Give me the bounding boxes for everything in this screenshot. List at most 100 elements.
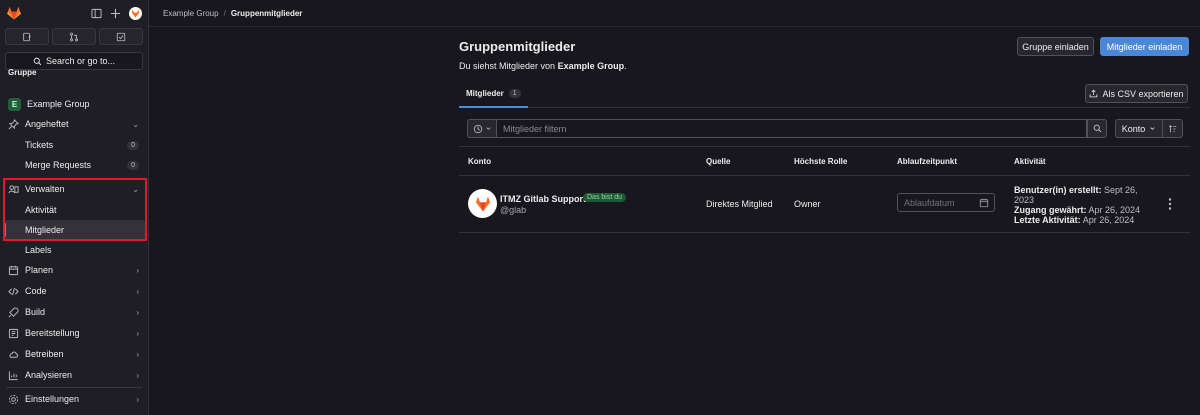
sidebar-item-manage[interactable]: Verwalten ⌄ <box>4 179 145 199</box>
sidebar-toggle-icon[interactable] <box>91 8 102 19</box>
sort-field-dropdown[interactable]: Konto <box>1115 119 1163 138</box>
column-header-expiry: Ablaufzeitpunkt <box>897 157 957 166</box>
sort-direction-button[interactable] <box>1163 119 1183 138</box>
column-header-role[interactable]: Höchste Rolle <box>794 157 847 166</box>
sidebar-item-label: Code <box>25 286 47 296</box>
sidebar-item-plan[interactable]: Planen › <box>4 260 145 280</box>
its-you-badge: Das bist du <box>583 193 627 202</box>
chevron-right-icon: › <box>136 394 139 404</box>
sidebar-item-settings[interactable]: Einstellungen › <box>4 389 145 409</box>
breadcrumb: Example Group / Gruppenmitglieder <box>149 0 1200 27</box>
chevron-right-icon: › <box>136 286 139 296</box>
pin-icon <box>8 118 19 130</box>
filter-members-input[interactable]: Mitglieder filtern <box>497 119 1087 138</box>
merge-requests-shortcut-button[interactable] <box>52 28 96 45</box>
invite-group-button[interactable]: Gruppe einladen <box>1017 37 1094 56</box>
tabs: Mitglieder 1 Als CSV exportieren <box>459 81 1190 108</box>
planning-icon <box>8 265 19 276</box>
sidebar: Search or go to... Gruppe E Example Grou… <box>0 0 149 415</box>
member-username: @glab <box>500 205 527 215</box>
cloud-icon <box>8 349 19 360</box>
sidebar-item-build[interactable]: Build › <box>4 302 145 322</box>
chart-icon <box>8 370 19 381</box>
export-csv-label: Als CSV exportieren <box>1102 88 1184 99</box>
column-header-source: Quelle <box>706 157 731 166</box>
subtitle-suffix: . <box>624 61 627 71</box>
group-avatar: E <box>8 97 21 111</box>
todos-shortcut-button[interactable] <box>99 28 143 45</box>
activity-granted-label: Zugang gewährt: <box>1014 205 1087 215</box>
more-actions-icon[interactable] <box>1167 197 1173 211</box>
breadcrumb-separator: / <box>223 8 226 18</box>
activity-created-label: Benutzer(in) erstellt: <box>1014 185 1102 195</box>
chevron-down-icon <box>485 127 491 130</box>
chevron-down-icon: ⌄ <box>132 184 139 194</box>
table-header: Konto Quelle Höchste Rolle Ablaufzeitpun… <box>459 146 1190 176</box>
sidebar-item-members[interactable]: Mitglieder <box>4 220 145 240</box>
gear-icon <box>8 394 19 405</box>
sort-direction-icon <box>1168 124 1176 132</box>
activity-last-label: Letzte Aktivität: <box>1014 215 1081 225</box>
sidebar-item-label: Angeheftet <box>25 119 69 129</box>
sidebar-item-code[interactable]: Code › <box>4 281 145 301</box>
count-badge: 0 <box>127 140 139 150</box>
tab-members[interactable]: Mitglieder 1 <box>459 81 528 108</box>
group-name: Example Group <box>27 99 90 109</box>
plus-icon[interactable] <box>110 8 121 19</box>
issues-shortcut-button[interactable] <box>5 28 49 45</box>
breadcrumb-current[interactable]: Gruppenmitglieder <box>231 9 303 18</box>
export-icon <box>1090 89 1098 98</box>
activity-last-value: Apr 26, 2024 <box>1082 215 1135 225</box>
sidebar-item-group[interactable]: E Example Group <box>4 94 145 114</box>
todo-icon <box>116 32 126 41</box>
gitlab-logo-icon[interactable] <box>6 5 22 21</box>
deployments-icon <box>8 328 19 339</box>
code-icon <box>8 286 19 297</box>
chevron-down-icon: ⌄ <box>132 119 139 129</box>
sidebar-item-label: Betreiben <box>25 349 64 359</box>
member-activity: Benutzer(in) erstellt: Sept 26, 2023 Zug… <box>1014 185 1154 225</box>
sidebar-item-label: Bereitstellung <box>25 328 80 338</box>
search-icon <box>1093 124 1101 133</box>
subtitle-group-name: Example Group <box>557 61 625 71</box>
sidebar-item-operate[interactable]: Betreiben › <box>4 344 145 364</box>
history-icon <box>473 124 482 133</box>
tab-label: Mitglieder <box>466 89 504 98</box>
member-name[interactable]: ITMZ Gitlab Support <box>500 194 586 204</box>
member-role[interactable]: Owner <box>794 199 821 209</box>
search-history-dropdown[interactable] <box>467 119 497 138</box>
invite-members-button[interactable]: Mitglieder einladen <box>1100 37 1189 56</box>
chevron-right-icon: › <box>136 328 139 338</box>
sidebar-item-label: Tickets <box>25 140 54 150</box>
sidebar-divider <box>6 387 142 388</box>
search-button-label: Search or go to... <box>45 56 116 66</box>
sidebar-item-activity[interactable]: Aktivität <box>4 200 145 220</box>
page-subtitle: Du siehst Mitglieder von Example Group. <box>459 61 627 71</box>
chevron-right-icon: › <box>136 370 139 380</box>
sidebar-item-deploy[interactable]: Bereitstellung › <box>4 323 145 343</box>
export-csv-button[interactable]: Als CSV exportieren <box>1085 84 1188 103</box>
sidebar-item-merge-requests[interactable]: Merge Requests 0 <box>4 155 145 175</box>
page-title: Gruppenmitglieder <box>459 39 576 54</box>
member-source: Direktes Mitglied <box>706 199 773 209</box>
user-avatar[interactable] <box>129 6 142 20</box>
sidebar-header <box>0 0 148 26</box>
column-header-account[interactable]: Konto <box>468 157 491 166</box>
sidebar-item-label: Verwalten <box>25 184 65 194</box>
count-badge: 0 <box>127 160 139 170</box>
sidebar-item-pinned[interactable]: Angeheftet ⌄ <box>4 114 145 134</box>
sidebar-item-tickets[interactable]: Tickets 0 <box>4 135 145 155</box>
sidebar-item-label: Planen <box>25 265 54 275</box>
member-avatar[interactable] <box>468 189 497 218</box>
merge-request-icon <box>70 32 78 41</box>
sidebar-item-labels[interactable]: Labels <box>4 240 145 260</box>
table-row: ITMZ Gitlab Support Das bist du @glab Di… <box>459 176 1190 233</box>
expiry-placeholder: Ablaufdatum <box>904 197 955 208</box>
subtitle-text: Du siehst Mitglieder von <box>459 61 556 71</box>
sort-field-label: Konto <box>1121 123 1146 134</box>
expiry-date-input[interactable]: Ablaufdatum <box>897 193 995 212</box>
chevron-right-icon: › <box>136 265 139 275</box>
sidebar-item-analyze[interactable]: Analysieren › <box>4 365 145 385</box>
search-submit-button[interactable] <box>1087 119 1107 138</box>
breadcrumb-group-link[interactable]: Example Group <box>163 9 219 18</box>
